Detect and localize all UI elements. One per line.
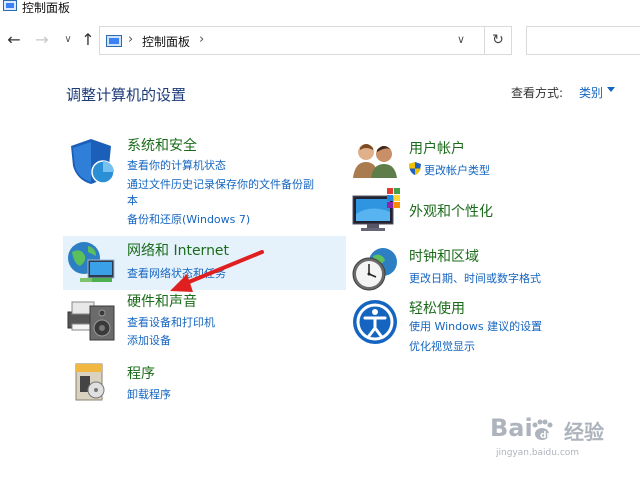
arrow-right-icon[interactable]: →	[32, 30, 52, 50]
arrow-left-icon[interactable]: ←	[4, 30, 24, 50]
users-icon	[353, 144, 397, 178]
baidu-logo-icon: Bai du	[490, 414, 553, 442]
refresh-icon[interactable]: ↻	[484, 26, 512, 55]
link-add-device[interactable]: 添加设备	[127, 332, 171, 348]
monitor-palette-icon	[352, 188, 400, 231]
search-input[interactable]	[526, 26, 640, 55]
watermark-url: jingyan.baidu.com	[496, 448, 580, 458]
category-title-user-accounts[interactable]: 用户帐户	[409, 138, 465, 158]
page-title: 调整计算机的设置	[66, 86, 187, 104]
svg-text:Bai: Bai	[490, 414, 533, 442]
chevron-right-icon[interactable]: ›	[128, 32, 133, 47]
link-change-account-type[interactable]: 更改帐户类型	[424, 162, 490, 178]
printer-speaker-icon	[67, 301, 115, 341]
address-bar[interactable]: › 控制面板 › ∨	[99, 26, 512, 55]
uac-shield-icon	[409, 162, 421, 175]
category-title-system-security[interactable]: 系统和安全	[127, 135, 197, 155]
category-title-hardware-sound[interactable]: 硬件和声音	[127, 291, 197, 311]
link-change-date-time-format[interactable]: 更改日期、时间或数字格式	[409, 270, 541, 286]
link-windows-recommended-settings[interactable]: 使用 Windows 建议的设置	[409, 318, 542, 334]
svg-text:du: du	[540, 431, 553, 441]
control-panel-icon	[106, 35, 122, 47]
category-title-network[interactable]: 网络和 Internet	[127, 240, 229, 260]
programs-box-icon	[75, 363, 105, 401]
link-backup-restore[interactable]: 备份和还原(Windows 7)	[127, 211, 250, 227]
category-title-clock-region[interactable]: 时钟和区域	[409, 246, 479, 266]
shield-icon	[71, 139, 115, 184]
chevron-right-icon[interactable]: ›	[199, 32, 204, 47]
watermark-text: 经验	[564, 420, 604, 444]
window-title: 控制面板	[22, 1, 71, 15]
category-title-programs[interactable]: 程序	[127, 363, 155, 383]
link-network-status[interactable]: 查看网络状态和任务	[127, 265, 226, 281]
control-panel-icon	[3, 0, 17, 11]
category-title-appearance[interactable]: 外观和个性化	[409, 201, 493, 221]
link-file-history-backup[interactable]: 通过文件历史记录保存你的文件备份副	[127, 176, 314, 192]
link-view-computer-status[interactable]: 查看你的计算机状态	[127, 157, 226, 173]
clock-globe-icon	[352, 248, 397, 291]
baidu-watermark: Bai du 经验 jingyan.baidu.com	[490, 408, 608, 468]
link-optimize-visual-display[interactable]: 优化视觉显示	[409, 338, 475, 354]
view-by-select[interactable]: 类别	[579, 84, 603, 101]
link-file-history-backup-cont[interactable]: 本	[127, 192, 138, 208]
title-bar: 控制面板	[0, 0, 640, 18]
accessibility-icon	[353, 300, 397, 344]
category-title-ease-access[interactable]: 轻松使用	[409, 298, 465, 318]
address-dropdown-icon[interactable]: ∨	[457, 33, 465, 46]
caret-down-icon[interactable]	[607, 87, 615, 92]
view-by-label: 查看方式:	[511, 86, 564, 100]
arrow-up-icon[interactable]: ↑	[78, 30, 98, 50]
link-uninstall-program[interactable]: 卸载程序	[127, 386, 171, 402]
network-globe-icon	[68, 242, 115, 282]
chevron-down-icon[interactable]: ∨	[58, 30, 78, 50]
link-devices-printers[interactable]: 查看设备和打印机	[127, 314, 215, 330]
breadcrumb-control-panel[interactable]: 控制面板	[142, 33, 190, 50]
